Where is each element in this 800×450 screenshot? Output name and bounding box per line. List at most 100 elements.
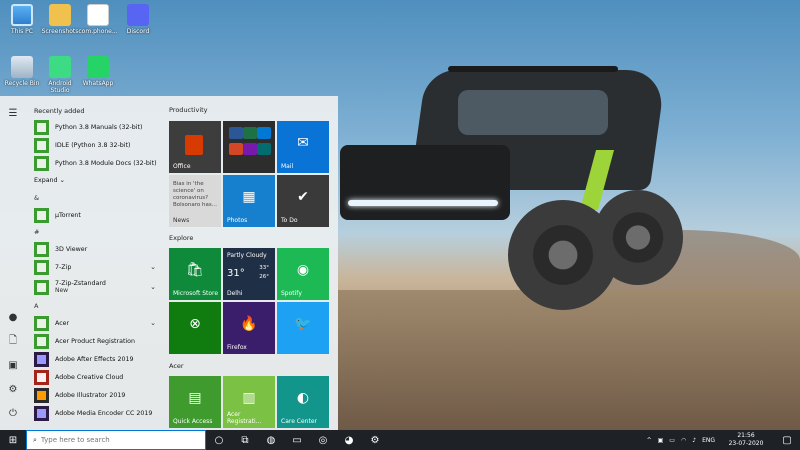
settings-taskbar-icon[interactable]: ⚙ [362, 430, 388, 450]
notifications-icon[interactable]: ▢ [774, 430, 800, 450]
section-explore: Explore [169, 234, 194, 242]
tile-weather[interactable]: Partly Cloudy 31° 33° 26° Delhi [223, 248, 275, 300]
python-icon [34, 119, 49, 135]
battery-icon[interactable]: ▭ [666, 437, 678, 444]
chevron-down-icon: ⌄ [150, 283, 156, 291]
chrome-icon[interactable]: ◎ [310, 430, 336, 450]
acer-registration-icon [34, 333, 49, 349]
letter-heading-hash[interactable]: # [28, 224, 160, 240]
folder-icon [34, 279, 49, 295]
folder-icon [49, 4, 71, 26]
desktop-icon-whatsapp[interactable]: WhatsApp [76, 52, 120, 87]
desktop-icon-discord[interactable]: Discord [116, 0, 160, 35]
windows-start-icon[interactable]: ⊞ [0, 430, 26, 450]
tile-news[interactable]: Bias in 'the science' on coronavirus? Bo… [169, 175, 221, 227]
app-creative-cloud[interactable]: Adobe Creative Cloud [28, 368, 160, 386]
tile-spotify[interactable]: ◉ Spotify [277, 248, 329, 300]
truck-window [458, 90, 608, 135]
whatsapp-taskbar-icon[interactable]: ◕ [336, 430, 362, 450]
clock-time: 21:56 [737, 432, 755, 439]
tile-care-center[interactable]: ◐ Care Center [277, 376, 329, 428]
app-label: 7-Zip-Zstandard [55, 280, 106, 287]
tile-photos[interactable]: ▦ Photos [223, 175, 275, 227]
after-effects-icon [34, 351, 49, 367]
language-indicator[interactable]: ENG [699, 437, 718, 444]
app-3d-viewer[interactable]: 3D Viewer [28, 240, 160, 258]
tile-label: Office [173, 163, 191, 170]
app-idle[interactable]: IDLE (Python 3.8 32-bit) [28, 136, 160, 154]
app-label-group: 7-Zip-Zstandard New [55, 280, 106, 294]
tile-label: Quick Access [173, 418, 213, 425]
python-icon [34, 155, 49, 171]
folder-icon [34, 259, 49, 275]
clock[interactable]: 21:56 23-07-2020 [718, 432, 774, 448]
tile-office-suite[interactable] [223, 121, 275, 173]
tile-mail[interactable]: ✉ Mail [277, 121, 329, 173]
weather-high: 33° [259, 265, 269, 271]
whatsapp-icon [87, 56, 109, 78]
file-explorer-icon[interactable]: ▭ [284, 430, 310, 450]
tile-label: Mail [281, 163, 294, 170]
network-icon[interactable]: ▣ [655, 437, 667, 444]
app-7zip[interactable]: 7-Zip ⌄ [28, 258, 160, 276]
volume-icon[interactable]: ♪ [689, 437, 699, 444]
app-label: Python 3.8 Module Docs (32-bit) [55, 159, 157, 167]
tile-office[interactable]: Office [169, 121, 221, 173]
cortana-icon[interactable]: ○ [206, 430, 232, 450]
app-label: Acer [55, 319, 70, 327]
excel-icon [243, 127, 257, 139]
powerpoint-icon [229, 143, 243, 155]
app-label: Python 3.8 Manuals (32-bit) [55, 123, 143, 131]
tile-microsoft-store[interactable]: 🛍 Microsoft Store [169, 248, 221, 300]
edge-icon[interactable]: ◍ [258, 430, 284, 450]
power-icon[interactable]: ⏻ [6, 406, 20, 420]
store-icon: 🛍 [186, 261, 204, 278]
android-studio-icon [49, 56, 71, 78]
letter-heading-amp[interactable]: & [28, 190, 160, 206]
registration-icon: ▥ [242, 389, 256, 406]
word-icon [229, 127, 243, 139]
hamburger-menu-icon[interactable]: ☰ [6, 106, 20, 120]
app-python-manuals[interactable]: Python 3.8 Manuals (32-bit) [28, 118, 160, 136]
tile-firefox[interactable]: 🔥 Firefox [223, 302, 275, 354]
search-input[interactable] [40, 436, 191, 444]
tile-todo[interactable]: ✔ To Do [277, 175, 329, 227]
desktop-icon-com-phone[interactable]: com.phone... [76, 0, 120, 35]
recycle-bin-icon [11, 56, 33, 78]
app-acer-product-registration[interactable]: Acer Product Registration [28, 332, 160, 350]
settings-gear-icon[interactable]: ⚙ [6, 382, 20, 396]
expand-button[interactable]: Expand ⌄ [28, 172, 160, 190]
app-illustrator[interactable]: Adobe Illustrator 2019 [28, 386, 160, 404]
twitter-icon: 🐦 [294, 315, 312, 332]
wifi-icon[interactable]: ◠ [678, 437, 689, 444]
pictures-icon[interactable]: ▣ [6, 358, 20, 372]
firefox-icon: 🔥 [240, 315, 258, 332]
illustrator-icon [34, 387, 49, 403]
app-list: Recently added Python 3.8 Manuals (32-bi… [28, 96, 160, 430]
documents-icon[interactable]: 🗋 [6, 334, 20, 348]
tile-label: Spotify [281, 290, 302, 297]
app-python-module-docs[interactable]: Python 3.8 Module Docs (32-bit) [28, 154, 160, 172]
weather-city: Delhi [227, 290, 243, 297]
tile-quick-access[interactable]: ▤ Quick Access [169, 376, 221, 428]
care-center-icon: ◐ [296, 389, 310, 406]
taskbar-search-box[interactable]: ⌕ [26, 430, 206, 450]
app-label: 7-Zip [55, 263, 72, 271]
tile-twitter[interactable]: 🐦 [277, 302, 329, 354]
quick-access-icon: ▤ [188, 389, 202, 406]
show-hidden-icons-icon[interactable]: ^ [644, 437, 655, 444]
tile-xbox[interactable]: ⊗ [169, 302, 221, 354]
app-media-encoder[interactable]: Adobe Media Encoder CC 2019 [28, 404, 160, 422]
app-acer[interactable]: Acer ⌄ [28, 314, 160, 332]
weather-low: 26° [259, 274, 269, 280]
app-7zip-zstandard[interactable]: 7-Zip-Zstandard New ⌄ [28, 276, 160, 298]
app-utorrent[interactable]: µTorrent [28, 206, 160, 224]
letter-heading-a[interactable]: A [28, 298, 160, 314]
app-label: Adobe Creative Cloud [55, 373, 124, 381]
app-after-effects[interactable]: Adobe After Effects 2019 [28, 350, 160, 368]
task-view-icon[interactable]: ⧉ [232, 430, 258, 450]
tile-acer-registration[interactable]: ▥ Acer Registrati... [223, 376, 275, 428]
python-icon [34, 137, 49, 153]
user-avatar-icon[interactable]: ● [6, 310, 20, 324]
desktop-icon-label: com.phone... [78, 28, 118, 35]
